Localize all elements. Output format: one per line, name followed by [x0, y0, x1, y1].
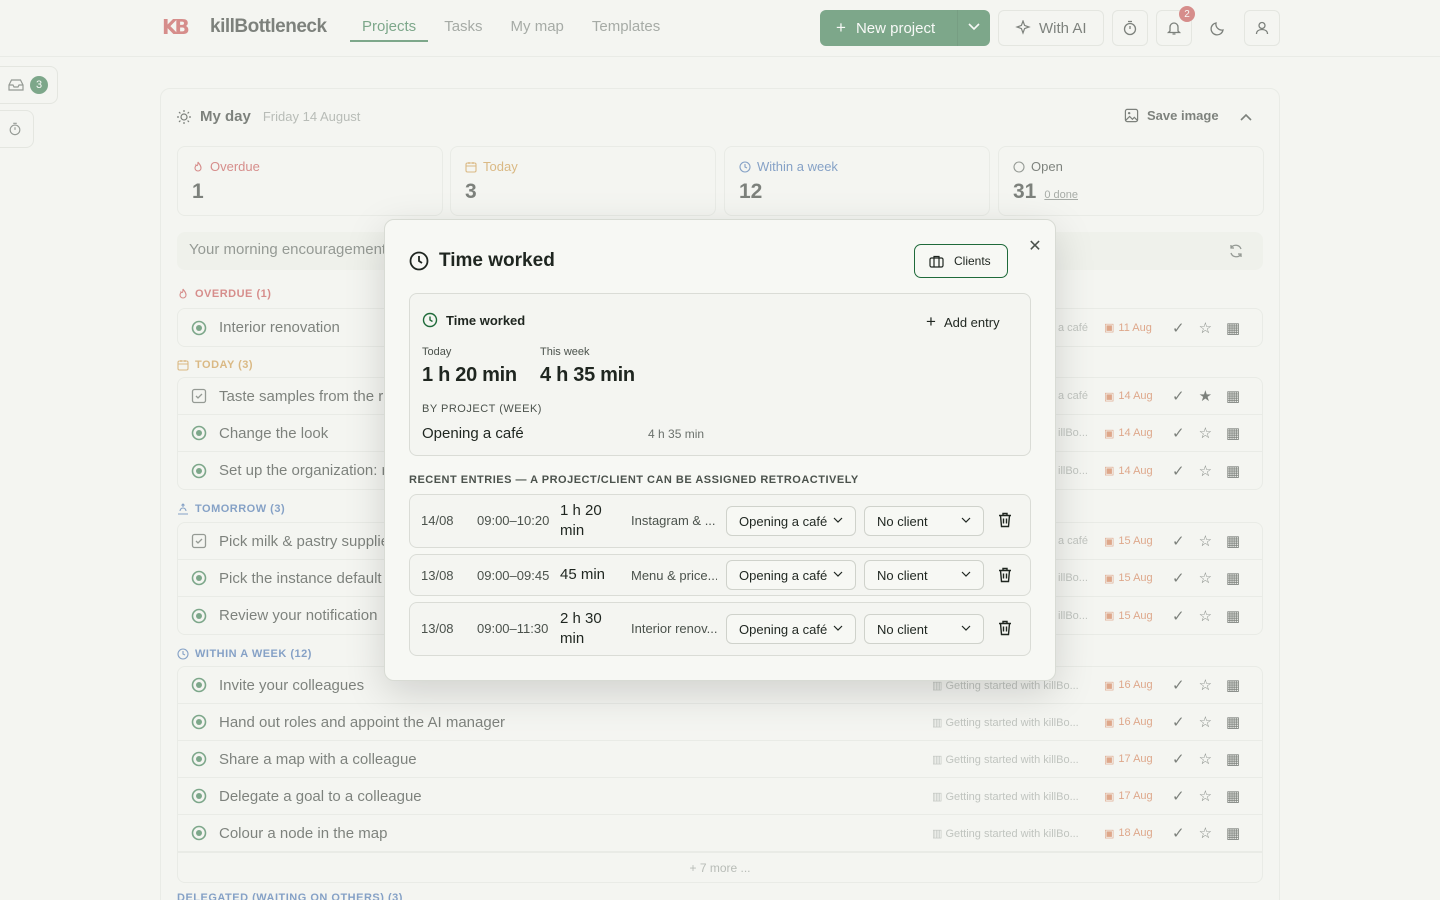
project-time: 4 h 35 min [648, 427, 705, 441]
entry-task-name: Instagram & ... [631, 513, 716, 528]
project-name: Opening a café [422, 425, 524, 442]
entry-date: 13/08 [421, 621, 454, 636]
entry-task-name: Menu & price... [631, 568, 717, 583]
entry-duration: 2 h 30 min [560, 610, 602, 647]
clock-icon [409, 251, 429, 271]
by-project-heading: BY PROJECT (WEEK) [422, 403, 542, 415]
clients-button[interactable]: Clients [914, 244, 1008, 278]
trash-icon[interactable] [998, 567, 1012, 588]
trash-icon[interactable] [998, 512, 1012, 533]
time-summary-card: Time worked + Add entry Today 1 h 20 min… [409, 293, 1031, 456]
entry-client-select[interactable]: No client [864, 614, 984, 644]
entry-task-name: Interior renov... [631, 621, 717, 636]
entry-time-range: 09:00–09:45 [477, 568, 550, 583]
add-entry-button[interactable]: + Add entry [926, 312, 1000, 332]
total-week-label: This week [540, 346, 590, 358]
trash-icon[interactable] [998, 620, 1012, 641]
entry-project-select[interactable]: Opening a café [726, 506, 856, 536]
entry-time-range: 09:00–11:30 [477, 621, 549, 636]
plus-icon: + [926, 312, 936, 331]
modal-title: Time worked [409, 250, 555, 272]
chevron-down-icon [833, 517, 843, 523]
chevron-down-icon [961, 571, 971, 577]
total-today-value: 1 h 20 min [422, 364, 517, 386]
entry-date: 13/08 [421, 568, 454, 583]
total-week-value: 4 h 35 min [540, 364, 635, 386]
chevron-down-icon [833, 625, 843, 631]
entry-project-select[interactable]: Opening a café [726, 560, 856, 590]
entry-project-select[interactable]: Opening a café [726, 614, 856, 644]
chevron-down-icon [833, 571, 843, 577]
entry-time-range: 09:00–10:20 [477, 513, 550, 528]
entry-client-select[interactable]: No client [864, 506, 984, 536]
entry-duration: 1 h 20 min [560, 502, 602, 539]
total-week: This week 4 h 35 min [540, 346, 635, 387]
chevron-down-icon [961, 517, 971, 523]
time-summary-title: Time worked [422, 312, 525, 328]
time-entry-row: 13/08 09:00–11:30 2 h 30 min Interior ren… [409, 602, 1031, 656]
time-entry-row: 14/08 09:00–10:20 1 h 20 min Instagram & … [409, 494, 1031, 548]
entry-duration: 45 min [560, 566, 606, 583]
recent-entries-heading: RECENT ENTRIES — A PROJECT/CLIENT CAN BE… [409, 474, 859, 486]
total-today: Today 1 h 20 min [422, 346, 517, 387]
time-worked-modal: Time worked Clients ✕ Time worked + Add … [384, 219, 1056, 681]
entry-client-select[interactable]: No client [864, 560, 984, 590]
chevron-down-icon [961, 625, 971, 631]
clock-icon [422, 312, 438, 328]
total-today-label: Today [422, 346, 452, 358]
entry-date: 14/08 [421, 513, 454, 528]
briefcase-icon [929, 255, 944, 268]
close-icon[interactable]: ✕ [1025, 236, 1045, 256]
time-entry-row: 13/08 09:00–09:45 45 min Menu & price...… [409, 554, 1031, 596]
